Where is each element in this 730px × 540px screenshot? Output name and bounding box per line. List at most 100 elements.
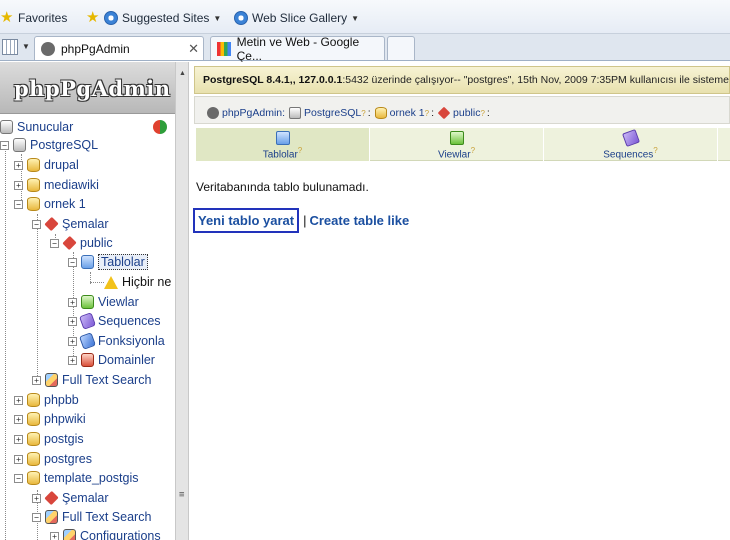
schema-icon: [62, 235, 77, 251]
collapse-icon[interactable]: −: [68, 257, 77, 267]
new-tab-button[interactable]: [387, 36, 415, 60]
database-icon: [27, 158, 40, 172]
help-icon[interactable]: ?: [471, 146, 475, 155]
tree-sequences[interactable]: + Sequences: [68, 312, 161, 330]
tree-label: public: [80, 236, 113, 250]
tree-db-drupal[interactable]: + drupal: [14, 156, 79, 174]
tree-schemas[interactable]: − Şemalar: [32, 215, 109, 233]
chevron-down-icon: ▼: [351, 13, 360, 23]
elephant-icon: [41, 41, 55, 56]
tree-servers[interactable]: Sunucular: [0, 118, 73, 136]
expand-icon[interactable]: +: [50, 531, 59, 540]
database-icon: [374, 107, 387, 119]
expand-icon[interactable]: +: [68, 297, 77, 307]
action-separator: |: [303, 212, 307, 228]
close-icon[interactable]: ✕: [188, 41, 199, 57]
tree-db-template-postgis[interactable]: − template_postgis: [14, 469, 139, 487]
server-icon: [289, 107, 302, 119]
tree-schemas-2[interactable]: + Şemalar: [32, 489, 109, 507]
expand-icon[interactable]: +: [14, 454, 23, 464]
tab-sequences[interactable]: Sequences?: [544, 128, 718, 161]
tab-list-chevron-icon[interactable]: ▼: [22, 42, 30, 51]
database-icon: [27, 393, 40, 407]
help-icon[interactable]: ?: [653, 146, 657, 155]
breadcrumb-db[interactable]: ornek 1: [390, 107, 425, 119]
quick-tabs-icon[interactable]: [2, 39, 18, 55]
tree-db-phpbb[interactable]: + phpbb: [14, 391, 79, 409]
tree-schema-public[interactable]: − public: [50, 234, 113, 252]
star-icon: ★: [0, 9, 14, 26]
tree-db-postgis[interactable]: + postgis: [14, 430, 84, 448]
tree-label: PostgreSQL: [30, 138, 99, 152]
tree-label: Sequences: [98, 314, 161, 328]
collapse-icon[interactable]: −: [14, 199, 23, 209]
expand-icon[interactable]: +: [14, 414, 23, 424]
tree-label: Full Text Search: [62, 373, 152, 387]
refresh-icon[interactable]: [153, 120, 167, 134]
expand-icon[interactable]: +: [32, 375, 41, 385]
expand-icon[interactable]: +: [68, 336, 77, 346]
ie-icon: [104, 11, 118, 25]
elephant-icon: [207, 107, 219, 119]
web-slice-label: Web Slice Gallery: [252, 11, 348, 25]
splitter-grip-icon[interactable]: ≡: [179, 490, 184, 500]
create-table-link[interactable]: Yeni tablo yarat: [193, 207, 300, 233]
tree-fulltext-2[interactable]: − Full Text Search: [32, 508, 151, 526]
tree-db-mediawiki[interactable]: + mediawiki: [14, 176, 99, 194]
tree-db-ornek1[interactable]: − ornek 1: [14, 195, 86, 213]
tree-postgresql[interactable]: − PostgreSQL: [0, 136, 98, 154]
database-icon: [27, 197, 40, 211]
collapse-icon[interactable]: −: [50, 238, 59, 248]
servers-icon: [0, 120, 13, 134]
collapse-icon[interactable]: −: [0, 140, 9, 150]
scroll-up-icon[interactable]: ▲: [179, 70, 186, 77]
database-icon: [27, 471, 40, 485]
tree-domains[interactable]: + Domainler: [68, 351, 155, 369]
tab-tables[interactable]: Tablolar?: [196, 128, 370, 161]
ie-icon: [234, 11, 248, 25]
tree-tables[interactable]: − Tablolar: [68, 253, 148, 271]
expand-icon[interactable]: +: [14, 160, 23, 170]
tab-phppgadmin[interactable]: phpPgAdmin ✕: [34, 36, 204, 60]
expand-icon[interactable]: +: [68, 316, 77, 326]
tab-google[interactable]: Metin ve Web - Google Çe...: [210, 35, 385, 63]
expand-icon[interactable]: +: [14, 434, 23, 444]
breadcrumb-schema[interactable]: public: [453, 107, 480, 119]
favorites-bar: ★ Favorites ★ Suggested Sites ▼ Web Slic…: [0, 0, 730, 34]
breadcrumb-app[interactable]: phpPgAdmin:: [222, 107, 285, 119]
collapse-icon[interactable]: −: [14, 473, 23, 483]
collapse-icon[interactable]: −: [32, 219, 41, 229]
tree-functions[interactable]: + Fonksiyonla: [68, 332, 165, 350]
tree-db-phpwiki[interactable]: + phpwiki: [14, 410, 86, 428]
breadcrumb-server[interactable]: PostgreSQL: [304, 107, 361, 119]
help-icon[interactable]: ?: [480, 109, 484, 118]
database-icon: [27, 432, 40, 446]
tree-db-postgres[interactable]: + postgres: [14, 450, 92, 468]
tree-label: postgres: [44, 452, 92, 466]
help-icon[interactable]: ?: [361, 109, 365, 118]
collapse-icon[interactable]: −: [32, 512, 41, 522]
create-table-like-link[interactable]: Create table like: [309, 213, 409, 228]
database-icon: [27, 452, 40, 466]
help-icon[interactable]: ?: [425, 109, 429, 118]
tree-fulltext[interactable]: + Full Text Search: [32, 371, 151, 389]
expand-icon[interactable]: +: [14, 180, 23, 190]
browser-tree-panel: phpPgAdmin Sunucular − PostgreSQL + drup…: [0, 62, 175, 540]
tab-label: Viewlar: [437, 149, 471, 161]
tab-views[interactable]: Viewlar?: [370, 128, 544, 161]
expand-icon[interactable]: +: [32, 493, 41, 503]
tree-views[interactable]: + Viewlar: [68, 293, 139, 311]
tree-guide: [37, 214, 38, 384]
help-icon[interactable]: ?: [298, 146, 302, 155]
domains-icon: [81, 353, 94, 367]
favorites-button[interactable]: ★ Favorites: [0, 9, 67, 27]
suggested-sites-button[interactable]: ★ Suggested Sites ▼: [86, 9, 221, 27]
tree-configurations[interactable]: + Configurations: [50, 527, 161, 540]
web-slice-gallery-button[interactable]: Web Slice Gallery ▼: [234, 9, 359, 27]
expand-icon[interactable]: +: [68, 355, 77, 365]
expand-icon[interactable]: +: [14, 395, 23, 405]
tree-label: phpwiki: [44, 412, 86, 426]
views-icon: [449, 131, 464, 145]
frame-splitter[interactable]: ▲ ≡: [175, 62, 189, 540]
tables-icon: [275, 131, 290, 145]
